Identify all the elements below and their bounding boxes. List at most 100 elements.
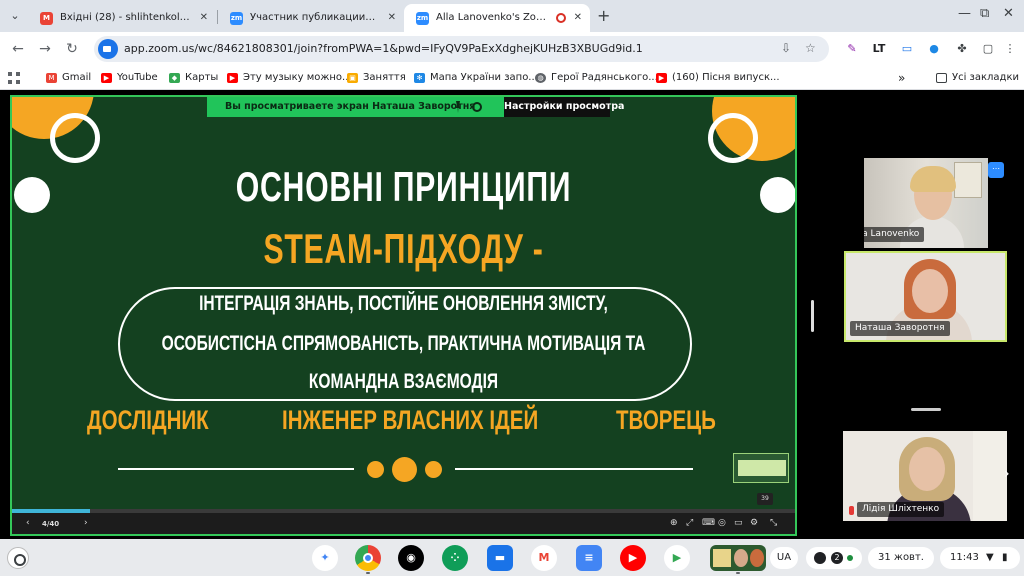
globe-icon: ◍ <box>535 73 546 83</box>
participant-video-alla[interactable]: Alla Lanovenko <box>864 158 988 248</box>
white-ring-decoration <box>50 113 100 163</box>
bookmark-star-icon[interactable]: ☆ <box>805 41 816 55</box>
participant-more-button[interactable]: ⋯ <box>988 162 1004 178</box>
close-icon[interactable]: ✕ <box>574 4 582 32</box>
slide-thumbnail[interactable] <box>733 453 789 483</box>
maps-icon: ◆ <box>169 73 180 83</box>
tab-zoom-participant[interactable]: zm Участник публикации - Zoom ✕ <box>218 4 404 32</box>
next-slide-icon[interactable]: › <box>84 516 88 530</box>
kebab-menu-icon[interactable]: ⋮ <box>1000 39 1020 59</box>
zoom-icon: zm <box>230 12 243 25</box>
slide-counter: 4/40 <box>42 520 60 528</box>
tab-zoom-meeting[interactable]: zm Alla Lanovenko's Zoom Me ✕ <box>404 4 590 32</box>
participant-video-natasha[interactable]: Наташа Заворотня <box>844 251 1007 342</box>
pin-icon[interactable] <box>455 101 461 113</box>
date-tray[interactable]: 31 жовт. <box>868 547 934 569</box>
shared-screen[interactable]: ОСНОВНІ ПРИНЦИПИ STEAM-ПІДХОДУ - ІНТЕГРА… <box>10 95 797 536</box>
chrome-icon[interactable] <box>355 545 381 571</box>
gemini-icon[interactable]: ✦ <box>312 545 338 571</box>
participant-video-lidiia[interactable]: Лідія Шліхтенко <box>843 431 1007 521</box>
reload-icon[interactable]: ↻ <box>62 39 82 59</box>
status-dot <box>847 555 853 561</box>
bookmarks-overflow-icon[interactable]: » <box>898 66 905 90</box>
system-tray[interactable]: 11:43 ▼ ▮ <box>940 547 1020 569</box>
divider-line-right <box>455 468 693 470</box>
gallery-divider[interactable] <box>911 408 941 411</box>
files-icon[interactable]: ▬ <box>487 545 513 571</box>
os-shelf: ✦ ◉ ⁘ ▬ M ≡ ▶ ▶ UA 2 31 жовт. 11:43 ▼ ▮ <box>0 539 1024 576</box>
new-tab-button[interactable]: + <box>597 6 610 25</box>
extensions-puzzle-icon[interactable]: ✤ <box>952 39 972 59</box>
youtube-icon: ▶ <box>101 73 112 83</box>
zoom-in-icon[interactable]: ⊕ <box>670 516 678 530</box>
minimize-icon[interactable]: — <box>958 6 971 21</box>
close-icon[interactable]: ✕ <box>388 4 396 32</box>
bookmark-gmail[interactable]: M Gmail <box>46 66 91 90</box>
bookmark-song[interactable]: ▶ (160) Пісня випуск... <box>656 66 780 90</box>
apps-icon[interactable]: ⁘ <box>442 545 468 571</box>
zoom-window-preview[interactable] <box>710 545 766 571</box>
restore-icon[interactable]: ⧉ <box>980 6 989 21</box>
browser-toolbar: ← → ↻ app.zoom.us/wc/84621808301/join?fr… <box>0 32 1024 66</box>
close-window-icon[interactable]: ✕ <box>1003 6 1014 21</box>
tab-gmail[interactable]: M Вхідні (28) - shlihtenkolidia@gm ✕ <box>28 4 216 32</box>
principles-line-3: КОМАНДНА ВЗАЄМОДІЯ <box>308 370 499 393</box>
apps-grid-icon[interactable] <box>8 72 20 84</box>
notifications-tray[interactable]: 2 <box>806 547 862 569</box>
youtube-icon[interactable]: ▶ <box>620 545 646 571</box>
panel-resize-handle[interactable] <box>811 300 814 332</box>
podcast-icon[interactable]: ◉ <box>398 545 424 571</box>
notification-icon <box>814 552 826 564</box>
bookmark-youtube[interactable]: ▶ YouTube <box>101 66 158 90</box>
bookmark-classes[interactable]: ▣ Заняття <box>347 66 406 90</box>
wifi-icon: ▼ <box>986 552 994 563</box>
back-icon[interactable]: ← <box>8 39 28 59</box>
launcher-icon[interactable] <box>7 547 29 569</box>
captions-icon[interactable]: ▭ <box>734 516 743 530</box>
divider-line-left <box>118 468 354 470</box>
fullscreen-icon[interactable]: ⤡ <box>770 516 777 530</box>
battery-icon: ▮ <box>1002 552 1008 563</box>
role-engineer: ІНЖЕНЕР ВЛАСНИХ ІДЕЙ <box>282 405 539 435</box>
language-indicator[interactable]: UA <box>770 547 798 569</box>
gallery-next-icon[interactable]: › <box>1004 466 1010 482</box>
tab-search-icon[interactable]: ⌄ <box>6 7 24 25</box>
thumbnail-preview <box>738 460 786 476</box>
bookmark-music[interactable]: ▶ Эту музыку можно... <box>227 66 352 90</box>
white-ring-decoration <box>708 113 758 163</box>
gmail-icon: M <box>40 12 53 25</box>
keyboard-icon[interactable]: ⌨ <box>702 516 715 530</box>
wall-frame <box>954 162 982 198</box>
play-store-icon[interactable]: ▶ <box>664 545 690 571</box>
view-settings-button[interactable]: Настройки просмотра <box>504 97 624 117</box>
pointer-icon[interactable]: ⤢ <box>686 516 693 530</box>
screen-extension-icon[interactable]: ▭ <box>897 39 917 59</box>
presentation-controls: ‹ 4/40 › ⊕ ⤢ ⌨ ◎ ▭ ⚙ ⤡ <box>12 513 795 534</box>
settings-icon[interactable]: ⚙ <box>750 516 758 530</box>
forward-icon[interactable]: → <box>35 39 55 59</box>
all-bookmarks-button[interactable]: Усі закладки <box>936 66 1019 90</box>
docs-icon[interactable]: ≡ <box>576 545 602 571</box>
gmail-icon[interactable]: M <box>531 545 557 571</box>
install-app-icon[interactable]: ⇩ <box>781 41 791 55</box>
bookmark-heroes[interactable]: ◍ Герої Радянського... <box>535 66 658 90</box>
screen-share-banner: Вы просматриваете экран Наташа Заворотня <box>207 97 504 117</box>
role-creator: ТВОРЕЦЬ <box>616 405 716 435</box>
close-icon[interactable]: ✕ <box>200 4 208 32</box>
thumbnail-count: 39 <box>757 493 773 505</box>
address-bar[interactable]: app.zoom.us/wc/84621808301/join?fromPWA=… <box>94 36 829 62</box>
bookmark-ukraine-map[interactable]: ✻ Мапа України запо... <box>414 66 538 90</box>
translate-extension-icon[interactable]: LT <box>869 39 889 59</box>
orange-dot <box>425 461 442 478</box>
browser-tab-strip: ⌄ M Вхідні (28) - shlihtenkolidia@gm ✕ z… <box>0 0 1024 32</box>
prev-slide-icon[interactable]: ‹ <box>26 516 30 530</box>
profile-icon[interactable]: ▢ <box>978 39 998 59</box>
bookmark-maps[interactable]: ◆ Карты <box>169 66 218 90</box>
circle-extension-icon[interactable]: ● <box>924 39 944 59</box>
pen-extension-icon[interactable]: ✎ <box>842 39 862 59</box>
orange-dot <box>367 461 384 478</box>
folder-icon <box>936 73 947 83</box>
cast-icon[interactable]: ◎ <box>718 516 726 530</box>
youtube-icon: ▶ <box>656 73 667 83</box>
site-info-icon[interactable] <box>98 39 118 59</box>
